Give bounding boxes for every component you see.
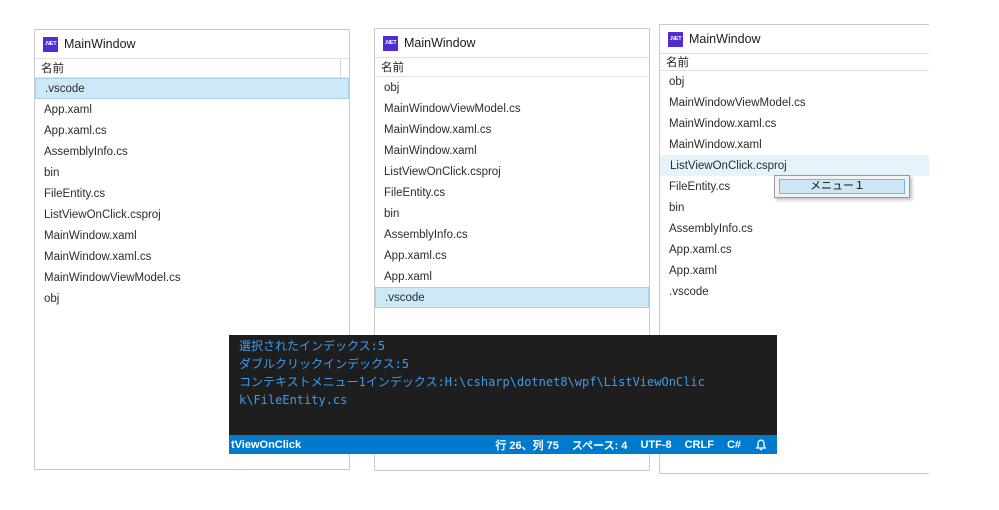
window-title: MainWindow <box>689 32 761 46</box>
dotnet-icon: .NET <box>668 31 683 47</box>
status-eol[interactable]: CRLF <box>685 439 714 451</box>
column-header-name[interactable]: 名前 <box>375 57 649 77</box>
terminal-output-line: 選択されたインデックス:5 <box>239 339 386 353</box>
list-item[interactable]: FileEntity.cs <box>35 183 349 204</box>
dotnet-icon: .NET <box>383 35 398 51</box>
list-item[interactable]: FileEntity.cs <box>375 182 649 203</box>
column-header-name[interactable]: 名前 <box>35 58 349 78</box>
list-item[interactable]: MainWindow.xaml <box>35 225 349 246</box>
status-indentation[interactable]: スペース: 4 <box>572 437 628 453</box>
list-item[interactable]: MainWindow.xaml <box>375 140 649 161</box>
list-item[interactable]: AssemblyInfo.cs <box>35 141 349 162</box>
list-item[interactable]: App.xaml.cs <box>375 245 649 266</box>
list-item[interactable]: ListViewOnClick.csproj <box>660 155 929 176</box>
list-item[interactable]: App.xaml <box>660 260 929 281</box>
list-item[interactable]: MainWindow.xaml.cs <box>375 119 649 140</box>
title-bar: .NET MainWindow <box>660 25 929 53</box>
terminal-output-line: ダブルクリックインデックス:5 <box>239 357 410 371</box>
list-item[interactable]: App.xaml <box>375 266 649 287</box>
file-list[interactable]: .vscode App.xaml App.xaml.cs AssemblyInfo.c… <box>35 78 349 309</box>
list-item[interactable]: .vscode <box>660 281 929 302</box>
list-item[interactable]: bin <box>375 203 649 224</box>
file-list[interactable]: obj MainWindowViewModel.cs MainWindow.xaml… <box>375 77 649 308</box>
list-item[interactable]: obj <box>660 71 929 92</box>
context-menu-item-1[interactable]: メニュー１ <box>779 179 905 194</box>
list-item[interactable]: bin <box>660 197 929 218</box>
list-item[interactable]: ListViewOnClick.csproj <box>35 204 349 225</box>
list-item[interactable]: .vscode <box>35 78 349 99</box>
column-header-label: 名前 <box>666 57 689 69</box>
status-project-name[interactable]: tViewOnClick <box>229 439 482 451</box>
list-item[interactable]: MainWindowViewModel.cs <box>375 98 649 119</box>
dotnet-icon: .NET <box>43 36 58 52</box>
window-title: MainWindow <box>64 37 136 51</box>
list-item[interactable]: AssemblyInfo.cs <box>375 224 649 245</box>
context-menu: メニュー１ <box>774 175 910 198</box>
title-bar: .NET MainWindow <box>375 29 649 57</box>
column-header-label: 名前 <box>41 63 64 75</box>
bell-icon[interactable] <box>755 439 767 451</box>
list-item[interactable]: MainWindowViewModel.cs <box>35 267 349 288</box>
list-item[interactable]: ListViewOnClick.csproj <box>375 161 649 182</box>
list-item[interactable]: .vscode <box>375 287 649 308</box>
terminal-output-line: k\FileEntity.cs <box>239 393 348 407</box>
status-bar: tViewOnClick 行 26、列 75 スペース: 4 UTF-8 CRL… <box>229 435 777 454</box>
window-title: MainWindow <box>404 36 476 50</box>
list-item[interactable]: App.xaml.cs <box>660 239 929 260</box>
terminal-output-line: コンテキストメニュー1インデックス:H:\csharp\dotnet8\wpf\… <box>239 375 705 389</box>
list-item[interactable]: MainWindow.xaml <box>660 134 929 155</box>
list-item[interactable]: bin <box>35 162 349 183</box>
status-cursor-position[interactable]: 行 26、列 75 <box>495 437 559 453</box>
title-bar: .NET MainWindow <box>35 30 349 58</box>
status-encoding[interactable]: UTF-8 <box>640 439 671 451</box>
column-header-label: 名前 <box>381 62 404 74</box>
list-item[interactable]: App.xaml.cs <box>35 120 349 141</box>
list-item[interactable]: obj <box>35 288 349 309</box>
terminal-panel: 選択されたインデックス:5 ダブルクリックインデックス:5 コンテキストメニュー1イ… <box>229 335 777 435</box>
list-item[interactable]: MainWindow.xaml.cs <box>35 246 349 267</box>
list-item[interactable]: MainWindow.xaml.cs <box>660 113 929 134</box>
list-item[interactable]: MainWindowViewModel.cs <box>660 92 929 113</box>
column-separator[interactable] <box>340 59 341 77</box>
list-item[interactable]: obj <box>375 77 649 98</box>
list-item[interactable]: App.xaml <box>35 99 349 120</box>
list-item[interactable]: AssemblyInfo.cs <box>660 218 929 239</box>
status-language[interactable]: C# <box>727 439 741 451</box>
column-header-name[interactable]: 名前 <box>660 53 929 71</box>
